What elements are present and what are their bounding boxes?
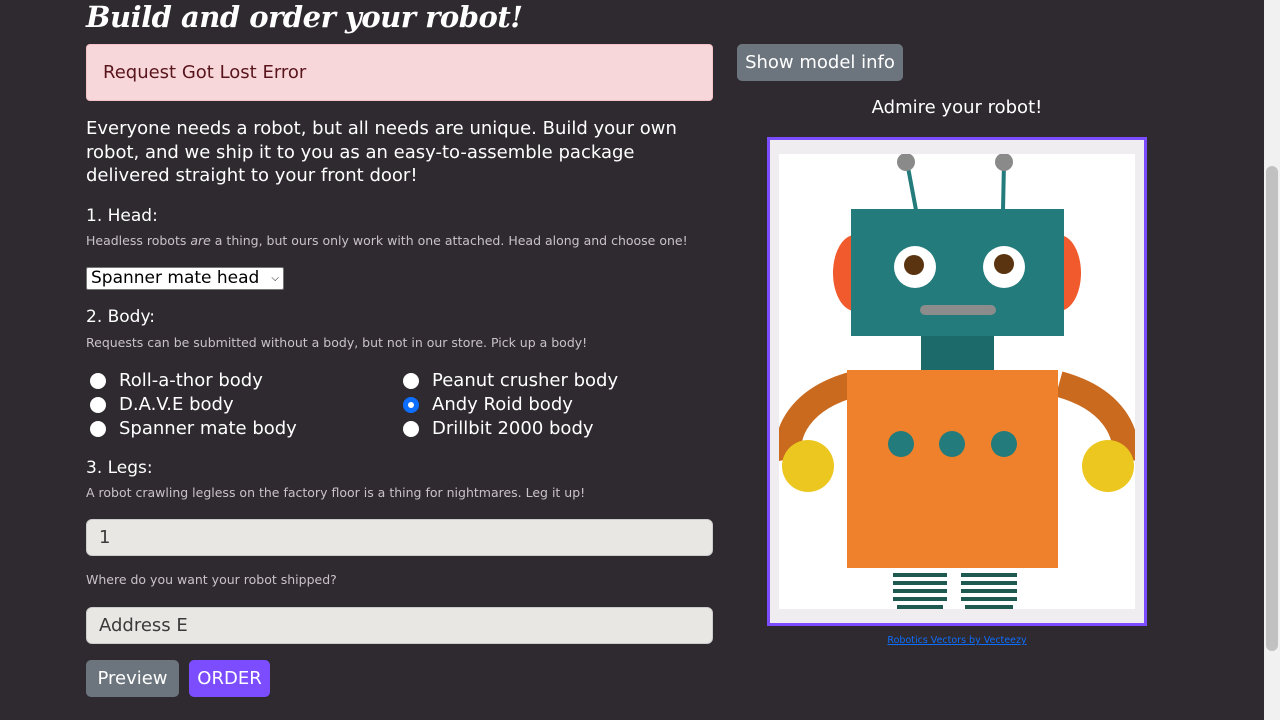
error-alert: Request Got Lost Error xyxy=(86,44,713,101)
radio-button[interactable] xyxy=(403,372,419,389)
radio-label: Peanut crusher body xyxy=(432,370,619,391)
address-input[interactable]: Address E xyxy=(86,607,713,644)
legs-label: 3. Legs: xyxy=(86,458,153,478)
radio-label: Roll-a-thor body xyxy=(119,370,263,391)
legs-input-value: 1 xyxy=(99,527,111,548)
head-help-suffix: a thing, but ours only work with one att… xyxy=(210,233,688,248)
head-help-prefix: Headless robots xyxy=(86,233,191,248)
radio-body-andy-roid[interactable]: Andy Roid body xyxy=(403,394,573,415)
page-title: Build and order your robot! xyxy=(86,0,523,34)
address-input-value: Address E xyxy=(99,615,188,636)
radio-body-peanut-crusher[interactable]: Peanut crusher body xyxy=(403,370,618,391)
radio-button-checked[interactable] xyxy=(403,396,419,413)
radio-body-dave[interactable]: D.A.V.E body xyxy=(90,394,234,415)
error-alert-text: Request Got Lost Error xyxy=(103,62,307,83)
radio-label: Andy Roid body xyxy=(432,394,573,415)
radio-label: Spanner mate body xyxy=(119,418,297,439)
head-help: Headless robots are a thing, but ours on… xyxy=(86,233,688,248)
radio-button[interactable] xyxy=(90,372,106,389)
preview-button[interactable]: Preview xyxy=(86,660,179,697)
head-select-value: Spanner mate head xyxy=(91,268,260,288)
radio-body-spanner-mate[interactable]: Spanner mate body xyxy=(90,418,297,439)
body-help: Requests can be submitted without a body… xyxy=(86,335,588,350)
head-select[interactable]: Spanner mate head ⌵ xyxy=(86,267,284,290)
intro-text: Everyone needs a robot, but all needs ar… xyxy=(86,118,677,186)
radio-body-roll-a-thor[interactable]: Roll-a-thor body xyxy=(90,370,263,391)
scrollbar-thumb[interactable] xyxy=(1266,166,1278,651)
head-help-emphasis: are xyxy=(190,233,211,248)
radio-label: D.A.V.E body xyxy=(119,394,234,415)
legs-help: A robot crawling legless on the factory … xyxy=(86,485,586,500)
radio-button[interactable] xyxy=(403,420,419,437)
preview-heading: Admire your robot! xyxy=(871,97,1043,118)
radio-body-drillbit-2000[interactable]: Drillbit 2000 body xyxy=(403,418,594,439)
legs-input[interactable]: 1 xyxy=(86,519,713,556)
radio-button[interactable] xyxy=(90,420,106,437)
show-model-info-button[interactable]: Show model info xyxy=(737,44,903,81)
shipping-label: Where do you want your robot shipped? xyxy=(86,572,337,587)
body-label: 2. Body: xyxy=(86,307,156,327)
radio-label: Drillbit 2000 body xyxy=(432,418,594,439)
radio-button[interactable] xyxy=(90,396,106,413)
chevron-down-icon: ⌵ xyxy=(271,273,279,284)
page-scrollbar[interactable] xyxy=(1264,0,1280,720)
order-button[interactable]: ORDER xyxy=(189,660,270,697)
robot-preview-frame xyxy=(767,137,1147,626)
robot-preview-image xyxy=(779,154,1135,609)
vecteezy-credit-link[interactable]: Robotics Vectors by Vecteezy xyxy=(767,635,1147,646)
head-label: 1. Head: xyxy=(86,206,158,226)
